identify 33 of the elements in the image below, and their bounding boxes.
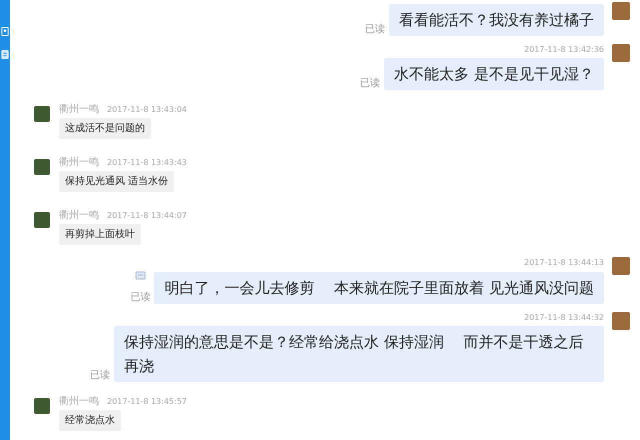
avatar — [34, 212, 50, 228]
message-bubble: 这成活不是问题的 — [59, 118, 151, 139]
contact-card-icon[interactable] — [1, 26, 9, 37]
message-bubble: 水不能太多 是不是见干见湿？ — [384, 58, 604, 90]
message-bubble: 明白了，一会儿去修剪 本来就在院子里面放着 见光通风没问题 — [154, 272, 604, 304]
message-bubble: 经常浇点水 — [59, 410, 121, 431]
timestamp: 2017-11-8 13:43:43 — [107, 157, 187, 169]
timestamp: 2017-11-8 13:44:13 — [524, 257, 604, 269]
avatar — [34, 398, 50, 414]
sender-name: 衢州一鸣 — [59, 208, 99, 222]
avatar — [612, 44, 630, 62]
document-icon[interactable] — [1, 49, 9, 60]
avatar — [612, 257, 630, 275]
sender-name: 衢州一鸣 — [59, 102, 99, 116]
avatar — [612, 312, 630, 330]
read-receipt: 已读 — [130, 290, 150, 304]
sender-name: 衢州一鸣 — [59, 156, 99, 169]
message-bubble: 看看能活不？我没有养过橘子 — [389, 4, 604, 36]
message-bubble: 保持见光通风 适当水份 — [59, 171, 174, 192]
avatar — [612, 2, 630, 20]
message-bubble: 再剪掉上面枝叶 — [59, 224, 141, 245]
timestamp: 2017-11-8 13:42:36 — [524, 44, 604, 56]
timestamp: 2017-11-8 13:44:32 — [524, 312, 604, 324]
read-receipt: 已读 — [360, 76, 380, 90]
avatar — [34, 106, 50, 122]
message-bubble: 保持湿润的意思是不是？经常给浇点水 保持湿润 而并不是干透之后再浇 — [114, 326, 604, 382]
avatar — [34, 159, 50, 175]
sender-name: 衢州一鸣 — [59, 394, 99, 408]
timestamp: 2017-11-8 13:45:57 — [107, 396, 187, 408]
read-receipt: 已读 — [90, 368, 110, 382]
read-receipt: 已读 — [365, 22, 385, 36]
timestamp: 2017-11-8 13:43:04 — [107, 104, 187, 116]
timestamp: 2017-11-8 13:44:07 — [107, 210, 187, 222]
